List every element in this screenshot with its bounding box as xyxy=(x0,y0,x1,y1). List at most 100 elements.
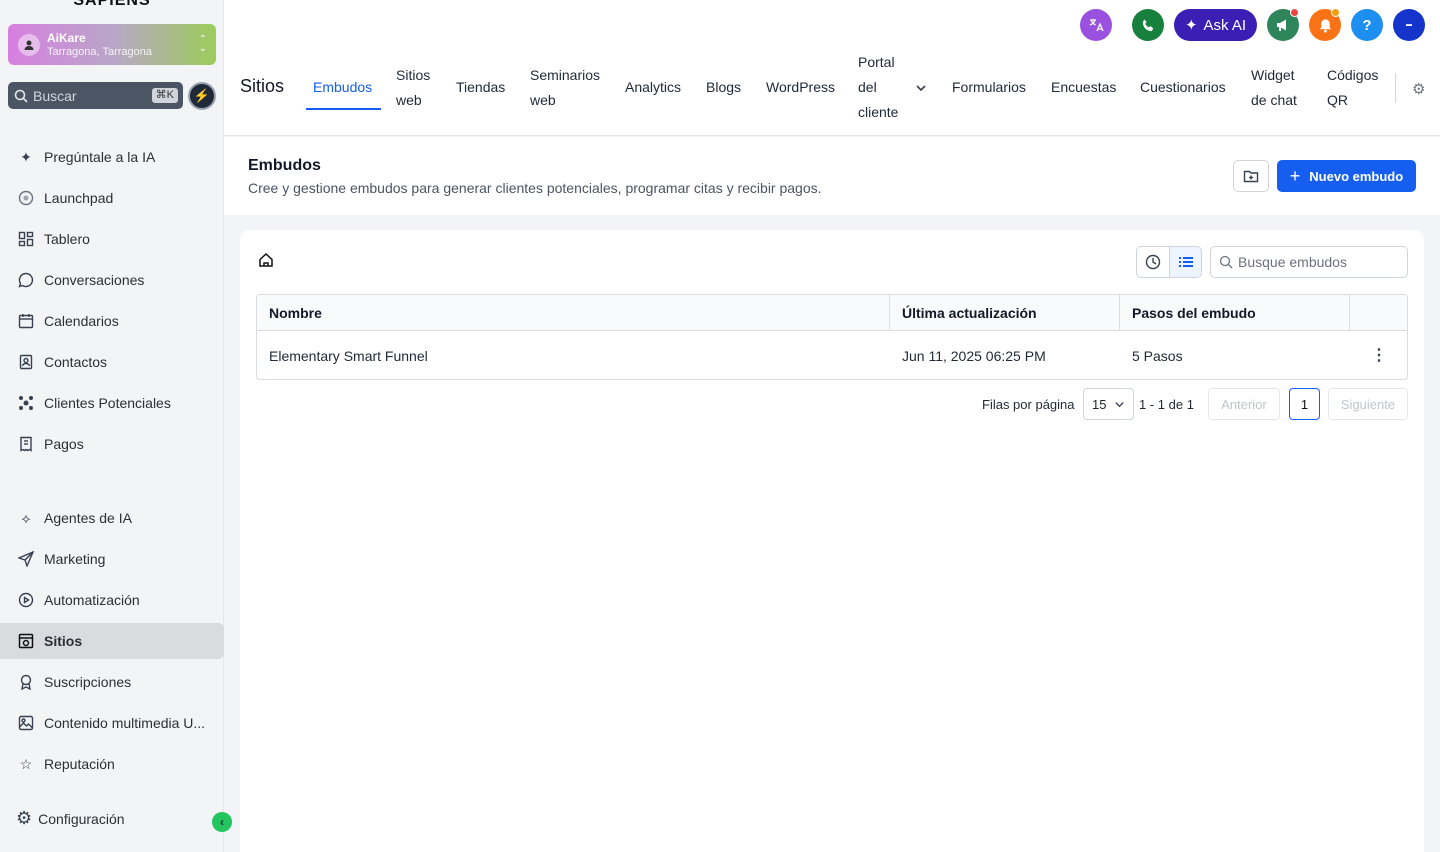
account-location: Tarragona, Tarragona xyxy=(47,45,152,58)
help-icon[interactable]: ? xyxy=(1351,9,1383,41)
tab-tiendas[interactable]: Tiendas xyxy=(456,75,505,100)
sidebar-item-launchpad[interactable]: Launchpad xyxy=(0,180,224,216)
tab-seminarios-web[interactable]: Seminarios web xyxy=(530,63,605,113)
phone-icon[interactable] xyxy=(1132,9,1164,41)
tab-portal-del-cliente[interactable]: Portal del cliente xyxy=(858,50,903,125)
tab-wordpress[interactable]: WordPress xyxy=(766,75,835,100)
sidebar-item-ask-ai[interactable]: ✦ Pregúntale a la IA xyxy=(0,139,224,175)
sidebar-item-calendarios[interactable]: Calendarios xyxy=(0,303,224,339)
sidebar-item-label: Contactos xyxy=(44,354,108,370)
sidebar-item-agentes-ia[interactable]: ⟡ Agentes de IA xyxy=(0,500,224,536)
sidebar-item-label: Clientes Potenciales xyxy=(44,395,171,411)
lightning-icon[interactable]: ⚡ xyxy=(188,82,216,110)
translate-icon[interactable] xyxy=(1080,9,1112,41)
tab-analytics[interactable]: Analytics xyxy=(625,75,681,100)
column-header-nombre[interactable]: Nombre xyxy=(257,295,890,331)
contacts-icon xyxy=(17,353,35,371)
more-options-icon[interactable]: ⋮ xyxy=(1369,347,1389,365)
sidebar-item-label: Launchpad xyxy=(44,190,114,206)
sidebar-item-tablero[interactable]: Tablero xyxy=(0,221,224,257)
sidebar-item-label: Automatización xyxy=(44,592,140,608)
tab-sitios-web[interactable]: Sitios web xyxy=(396,63,436,113)
funnel-search-input[interactable]: Busque embudos xyxy=(1210,246,1408,278)
account-avatar-icon xyxy=(18,33,40,56)
search-shortcut: ⌘K xyxy=(151,88,178,103)
sidebar-item-label: Sitios xyxy=(44,633,83,649)
tab-blogs[interactable]: Blogs xyxy=(706,75,741,100)
badge-icon xyxy=(17,673,35,691)
sidebar-search-placeholder: Buscar xyxy=(33,87,77,104)
gear-icon[interactable]: ⚙ xyxy=(1412,80,1425,98)
receipt-icon xyxy=(17,435,35,453)
sidebar-search[interactable]: Buscar ⌘K xyxy=(8,82,183,109)
ask-ai-button[interactable]: ✦ Ask AI xyxy=(1174,9,1257,41)
tab-formularios[interactable]: Formularios xyxy=(952,75,1026,100)
profile-avatar[interactable]: ▬ xyxy=(1393,9,1425,41)
tab-codigos-qr[interactable]: Códigos QR xyxy=(1327,63,1385,113)
sidebar-item-label: Suscripciones xyxy=(44,674,132,690)
gear-icon: ⚙ xyxy=(16,808,33,828)
sidebar-item-pagos[interactable]: Pagos xyxy=(0,426,224,462)
clock-icon xyxy=(1145,254,1161,270)
sidebar-nav-bottom: ⟡ Agentes de IA Marketing Automatización … xyxy=(0,500,224,787)
page-number-button[interactable]: 1 xyxy=(1289,388,1320,420)
column-header-ultima-actualizacion[interactable]: Última actualización xyxy=(890,295,1120,331)
funnel-steps: 5 Pasos xyxy=(1132,348,1183,364)
rows-per-page-value: 15 xyxy=(1092,396,1107,412)
sidebar-item-label: Calendarios xyxy=(44,313,119,329)
calendar-icon xyxy=(17,312,35,330)
sidebar-item-marketing[interactable]: Marketing xyxy=(0,541,224,577)
sidebar-item-label: Configuración xyxy=(38,810,125,827)
page-title: Sitios xyxy=(240,76,285,96)
table-header: Nombre Última actualización Pasos del em… xyxy=(257,295,1407,331)
sidebar-item-label: Contenido multimedia U... xyxy=(44,715,206,731)
tab-cuestionarios[interactable]: Cuestionarios xyxy=(1140,75,1226,100)
sidebar-item-label: Marketing xyxy=(44,551,106,567)
funnel-name[interactable]: Elementary Smart Funnel xyxy=(257,332,428,379)
tab-widget-de-chat[interactable]: Widget de chat xyxy=(1251,63,1303,113)
sidebar-item-configuracion[interactable]: ⚙ Configuración xyxy=(16,808,125,829)
list-view-button[interactable] xyxy=(1169,246,1202,278)
new-folder-button[interactable] xyxy=(1233,160,1269,192)
tab-embudos[interactable]: Embudos xyxy=(313,75,372,100)
collapse-sidebar-button[interactable]: ‹ xyxy=(212,812,232,832)
tab-encuestas[interactable]: Encuestas xyxy=(1051,75,1116,100)
sidebar-item-contactos[interactable]: Contactos xyxy=(0,344,224,380)
sidebar-item-label: Pregúntale a la IA xyxy=(44,149,156,165)
section-subtitle: Cree y gestione embudos para generar cli… xyxy=(248,180,822,196)
column-header-pasos[interactable]: Pasos del embudo xyxy=(1120,295,1350,331)
account-switcher[interactable]: AiKare Tarragona, Tarragona ⌃ ⌄ xyxy=(8,24,216,65)
notification-dot xyxy=(1331,8,1340,17)
recent-view-button[interactable] xyxy=(1136,246,1170,278)
previous-page-button[interactable]: Anterior xyxy=(1208,388,1280,420)
image-icon xyxy=(17,714,35,732)
funnel-updated: Jun 11, 2025 06:25 PM xyxy=(902,348,1046,364)
new-funnel-button[interactable]: + Nuevo embudo xyxy=(1277,160,1416,192)
chevron-down-icon[interactable] xyxy=(915,81,927,99)
pagination-range: 1 - 1 de 1 xyxy=(1139,396,1194,412)
sidebar-item-conversaciones[interactable]: Conversaciones xyxy=(0,262,224,298)
table-row[interactable]: Elementary Smart Funnel Jun 11, 2025 06:… xyxy=(257,332,1407,379)
folder-plus-icon xyxy=(1243,170,1259,183)
search-icon xyxy=(14,89,28,103)
sidebar-item-contenido-multimedia[interactable]: Contenido multimedia U... xyxy=(0,705,224,741)
sidebar-item-clientes-potenciales[interactable]: Clientes Potenciales xyxy=(0,385,224,421)
sidebar-item-label: Pagos xyxy=(44,436,84,452)
chevron-down-icon xyxy=(1115,401,1124,407)
send-icon xyxy=(17,550,35,568)
sparkles-icon: ✦ xyxy=(20,148,32,165)
list-icon xyxy=(1178,257,1193,267)
rows-per-page-select[interactable]: 15 xyxy=(1083,388,1134,420)
sidebar: SAPIENS AiKare Tarragona, Tarragona ⌃ ⌄ B… xyxy=(0,0,224,852)
grid-icon xyxy=(17,230,35,248)
ai-agent-icon: ⟡ xyxy=(21,509,31,526)
sidebar-item-automatizacion[interactable]: Automatización xyxy=(0,582,224,618)
sidebar-item-suscripciones[interactable]: Suscripciones xyxy=(0,664,224,700)
sidebar-item-reputacion[interactable]: ☆ Reputación xyxy=(0,746,224,782)
profile-logo-icon: ▬ xyxy=(1406,22,1412,28)
notification-dot xyxy=(1290,8,1299,17)
home-icon[interactable] xyxy=(258,252,274,273)
sparkles-icon: ✦ xyxy=(1184,17,1198,34)
sidebar-item-sitios[interactable]: Sitios xyxy=(0,623,224,659)
next-page-button[interactable]: Siguiente xyxy=(1328,388,1408,420)
